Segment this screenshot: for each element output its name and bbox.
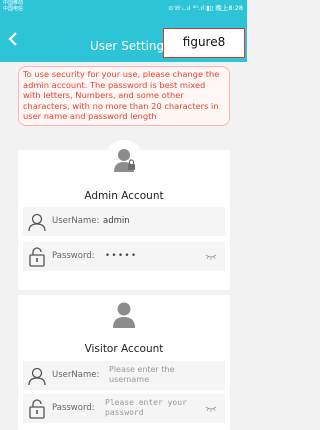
password-label: Password: xyxy=(52,251,95,261)
lock-icon xyxy=(29,399,45,419)
figure-label: figure8 xyxy=(163,28,245,58)
username-input[interactable]: admin xyxy=(103,216,193,226)
password-label: Password: xyxy=(52,403,95,413)
password-input[interactable]: Please enter your password xyxy=(105,398,201,417)
chevron-left-icon[interactable] xyxy=(4,28,24,50)
status-bar: 中国移动 中国电信 ⊙☏ᵢ..ıl ⁴ᴳ.ıl ▮▯ 晚上8:28 xyxy=(0,0,247,12)
username-input[interactable]: Please enter the username xyxy=(109,365,189,384)
admin-section-title: Admin Account xyxy=(84,190,164,202)
carrier-info: 中国移动 中国电信 xyxy=(3,0,23,12)
admin-username-field[interactable]: UserName: admin xyxy=(23,207,225,236)
visitor-user-icon xyxy=(113,302,135,328)
user-icon xyxy=(28,213,46,232)
visitor-avatar xyxy=(104,295,144,335)
visitor-account-card: Visitor Account UserName: Please enter t… xyxy=(18,295,230,430)
admin-avatar xyxy=(104,140,144,180)
visitor-username-field[interactable]: UserName: Please enter the username xyxy=(23,361,225,390)
password-input[interactable]: ••••• xyxy=(105,251,195,261)
username-label: UserName: xyxy=(52,216,100,226)
user-icon xyxy=(28,367,46,386)
security-notice: To use security for your use, please cha… xyxy=(18,66,230,126)
eye-closed-icon[interactable] xyxy=(205,405,217,413)
visitor-password-field[interactable]: Password: Please enter your password xyxy=(23,394,225,423)
visitor-section-title: Visitor Account xyxy=(84,343,164,355)
lock-icon xyxy=(29,247,45,267)
admin-account-card: Admin Account UserName: admin Password: … xyxy=(18,140,230,290)
username-label: UserName: xyxy=(52,370,100,380)
eye-closed-icon[interactable] xyxy=(205,253,217,261)
status-icons-time: ⊙☏ᵢ..ıl ⁴ᴳ.ıl ▮▯ 晚上8:28 xyxy=(168,4,243,12)
admin-user-icon xyxy=(114,149,135,172)
admin-password-field[interactable]: Password: ••••• xyxy=(23,242,225,271)
page-title: User Setting xyxy=(90,39,165,53)
